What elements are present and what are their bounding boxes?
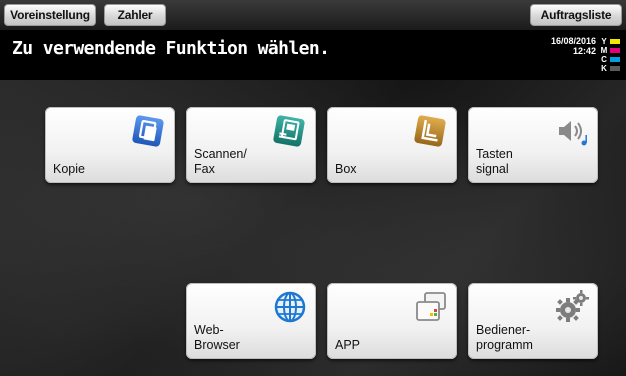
app-label: APP <box>335 338 361 352</box>
control-panel-screen: Voreinstellung Zahler Auftragsliste Zu v… <box>0 0 626 376</box>
globe-icon <box>274 291 306 323</box>
app-windows-icon <box>416 292 446 321</box>
scan-fax-tile[interactable]: Scannen/ Fax <box>186 107 316 183</box>
gears-icon <box>556 290 589 322</box>
job-list-button[interactable]: Auftragsliste <box>530 4 622 26</box>
toner-bar <box>610 39 620 44</box>
toner-bar <box>610 66 620 71</box>
utility-label: Bediener- programm <box>476 323 533 352</box>
page-title: Zu verwendende Funktion wählen. <box>12 38 330 59</box>
time-text: 12:42 <box>572 46 596 56</box>
copy-icon <box>132 115 164 147</box>
toner-levels[interactable]: Y M C K <box>600 37 622 77</box>
copy-tile[interactable]: Kopie <box>45 107 175 183</box>
toner-bar <box>610 48 620 53</box>
toner-letter: M <box>600 46 608 55</box>
toner-yellow: Y <box>600 37 622 46</box>
toner-magenta: M <box>600 46 622 55</box>
app-tile[interactable]: APP <box>327 283 457 359</box>
toner-black: K <box>600 64 622 73</box>
utility-tile[interactable]: Bediener- programm <box>468 283 598 359</box>
toner-cyan: C <box>600 55 622 64</box>
toner-letter: C <box>601 55 607 64</box>
web-browser-label: Web- Browser <box>194 323 240 352</box>
key-sound-label: Tasten signal <box>476 147 513 176</box>
box-icon <box>414 115 446 147</box>
preset-button[interactable]: Voreinstellung <box>4 4 96 26</box>
toner-letter: Y <box>601 37 607 46</box>
toner-letter: K <box>601 64 607 73</box>
box-tile[interactable]: Box <box>327 107 457 183</box>
scan-fax-label: Scannen/ Fax <box>194 147 247 176</box>
key-sound-tile[interactable]: Tasten signal <box>468 107 598 183</box>
box-label: Box <box>335 162 357 176</box>
top-bar: Voreinstellung Zahler Auftragsliste <box>0 0 626 30</box>
date-time: 16/08/2016 12:42 <box>551 36 596 56</box>
title-bar: Zu verwendende Funktion wählen. 16/08/20… <box>0 30 626 80</box>
web-browser-tile[interactable]: Web- Browser <box>186 283 316 359</box>
speaker-icon <box>559 121 587 146</box>
counter-button[interactable]: Zahler <box>104 4 166 26</box>
date-text: 16/08/2016 <box>550 36 596 46</box>
toner-bar <box>610 57 620 62</box>
function-panel: Kopie Scannen/ Fax Box Tasten signal Web… <box>0 80 626 376</box>
scan-fax-icon <box>273 115 305 147</box>
copy-label: Kopie <box>53 162 85 176</box>
